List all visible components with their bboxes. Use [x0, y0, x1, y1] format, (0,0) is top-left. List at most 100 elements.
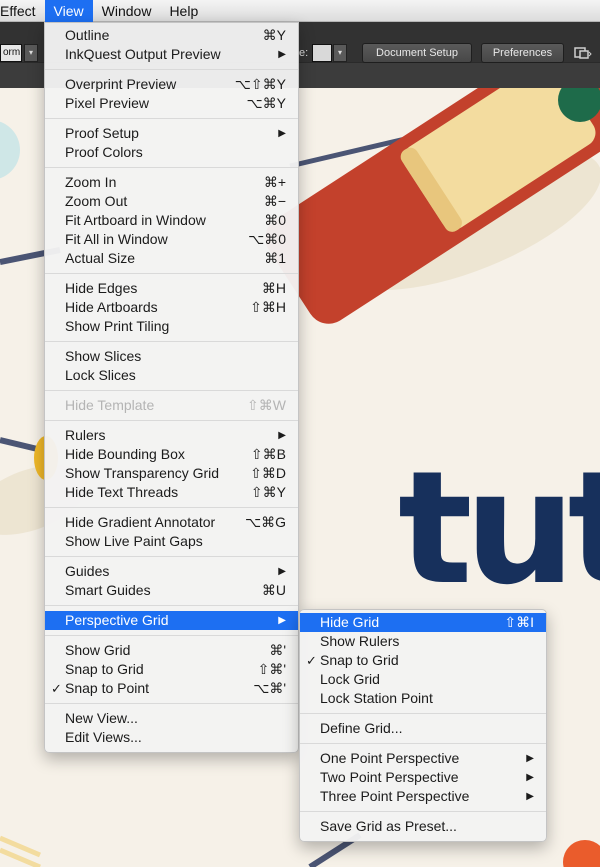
view-menu-item-guides[interactable]: Guides ▶ [45, 562, 298, 581]
menu-item-label: Actual Size [65, 250, 136, 266]
menu-item-label: Hide Edges [65, 280, 138, 296]
view-menu-item-new-view[interactable]: New View... [45, 709, 298, 728]
menu-item-shortcut: ⌘1 [264, 250, 286, 266]
menu-item-shortcut: ⇧⌘H [250, 299, 286, 315]
view-menu-item-inkquest-output-preview[interactable]: InkQuest Output Preview ▶ [45, 45, 298, 64]
perspective-submenu-item-lock-station-point[interactable]: Lock Station Point [300, 689, 546, 708]
view-menu-item-actual-size[interactable]: Actual Size ⌘1 [45, 249, 298, 268]
transform-field[interactable]: orm [0, 44, 22, 62]
menubar-item-window[interactable]: Window [93, 0, 161, 22]
menubar-item-help[interactable]: Help [160, 0, 207, 22]
view-menu-item-show-grid[interactable]: Show Grid ⌘' [45, 641, 298, 660]
view-menu-item-hide-gradient-annotator[interactable]: Hide Gradient Annotator ⌥⌘G [45, 513, 298, 532]
menu-item-label: One Point Perspective [320, 750, 460, 766]
swatch-dropdown-arrow[interactable]: ▾ [333, 44, 347, 62]
view-menu-item-show-print-tiling[interactable]: Show Print Tiling [45, 317, 298, 336]
view-menu-item-smart-guides[interactable]: Smart Guides ⌘U [45, 581, 298, 600]
view-menu-item-show-live-paint-gaps[interactable]: Show Live Paint Gaps [45, 532, 298, 551]
menu-item-label: Hide Grid [320, 614, 380, 630]
menu-item-label: Save Grid as Preset... [320, 818, 457, 834]
view-menu-item-hide-bounding-box[interactable]: Hide Bounding Box ⇧⌘B [45, 445, 298, 464]
menu-item-shortcut: ⌥⌘0 [248, 231, 286, 247]
transform-dropdown-arrow[interactable]: ▾ [24, 44, 38, 62]
view-menu-item-fit-artboard-in-window[interactable]: Fit Artboard in Window ⌘0 [45, 211, 298, 230]
menu-item-shortcut: ⌥⌘' [253, 680, 286, 696]
application-menubar: Effect View Window Help [0, 0, 600, 22]
perspective-submenu-item-show-rulers[interactable]: Show Rulers [300, 632, 546, 651]
menubar-item-view[interactable]: View [44, 0, 93, 22]
menu-separator [45, 698, 298, 709]
menu-item-label: Show Grid [65, 642, 131, 658]
menu-item-label: Lock Grid [320, 671, 380, 687]
menu-item-label: Lock Slices [65, 367, 136, 383]
menu-item-label: Show Rulers [320, 633, 400, 649]
menu-separator [45, 113, 298, 124]
menu-item-shortcut: ⇧⌘W [247, 397, 286, 413]
view-menu-item-zoom-out[interactable]: Zoom Out ⌘− [45, 192, 298, 211]
view-menu-item-snap-to-grid[interactable]: Snap to Grid ⇧⌘' [45, 660, 298, 679]
submenu-arrow-icon: ▶ [526, 753, 534, 764]
view-menu-item-snap-to-point[interactable]: ✓ Snap to Point ⌥⌘' [45, 679, 298, 698]
menu-separator [300, 806, 546, 817]
menu-separator [300, 708, 546, 719]
view-menu-item-hide-text-threads[interactable]: Hide Text Threads ⇧⌘Y [45, 483, 298, 502]
arrange-documents-icon[interactable] [574, 46, 592, 60]
perspective-submenu-item-three-point-perspective[interactable]: Three Point Perspective ▶ [300, 787, 546, 806]
perspective-submenu-item-one-point-perspective[interactable]: One Point Perspective ▶ [300, 749, 546, 768]
submenu-arrow-icon: ▶ [278, 128, 286, 139]
view-menu-item-rulers[interactable]: Rulers ▶ [45, 426, 298, 445]
menu-item-label: Fit All in Window [65, 231, 168, 247]
view-menu-item-zoom-in[interactable]: Zoom In ⌘+ [45, 173, 298, 192]
menu-item-label: Two Point Perspective [320, 769, 459, 785]
view-menu-item-proof-colors[interactable]: Proof Colors [45, 143, 298, 162]
menu-item-label: InkQuest Output Preview [65, 46, 221, 62]
menu-item-label: Show Print Tiling [65, 318, 170, 334]
submenu-arrow-icon: ▶ [278, 615, 286, 626]
view-menu-item-outline[interactable]: Outline ⌘Y [45, 26, 298, 45]
menu-item-shortcut: ⌘' [269, 642, 286, 658]
view-menu-item-hide-template: Hide Template ⇧⌘W [45, 396, 298, 415]
view-menu-item-hide-artboards[interactable]: Hide Artboards ⇧⌘H [45, 298, 298, 317]
menu-item-label: Zoom Out [65, 193, 128, 209]
view-menu: Outline ⌘Y InkQuest Output Preview ▶ Overpri… [44, 22, 299, 753]
view-menu-item-proof-setup[interactable]: Proof Setup ▶ [45, 124, 298, 143]
yellow-stripes-shape [0, 835, 41, 867]
perspective-submenu-item-lock-grid[interactable]: Lock Grid [300, 670, 546, 689]
view-menu-item-overprint-preview[interactable]: Overprint Preview ⌥⇧⌘Y [45, 75, 298, 94]
menu-item-label: Three Point Perspective [320, 788, 470, 804]
submenu-arrow-icon: ▶ [278, 566, 286, 577]
menu-separator [45, 385, 298, 396]
menu-item-label: Show Transparency Grid [65, 465, 220, 481]
menu-item-shortcut: ⌥⌘G [244, 514, 286, 530]
menu-item-label: Snap to Point [65, 680, 150, 696]
perspective-submenu-item-save-grid-as-preset[interactable]: Save Grid as Preset... [300, 817, 546, 836]
submenu-arrow-icon: ▶ [526, 791, 534, 802]
view-menu-item-pixel-preview[interactable]: Pixel Preview ⌥⌘Y [45, 94, 298, 113]
menu-item-label: Fit Artboard in Window [65, 212, 206, 228]
menu-item-shortcut: ⇧⌘Y [250, 484, 286, 500]
view-menu-item-edit-views[interactable]: Edit Views... [45, 728, 298, 747]
teal-circle-shape [0, 121, 20, 179]
view-menu-item-lock-slices[interactable]: Lock Slices [45, 366, 298, 385]
preferences-button[interactable]: Preferences [481, 43, 564, 63]
perspective-submenu-item-hide-grid[interactable]: Hide Grid ⇧⌘I [300, 613, 546, 632]
menu-item-label: Show Live Paint Gaps [65, 533, 203, 549]
view-menu-item-perspective-grid[interactable]: Perspective Grid ▶ [45, 611, 298, 630]
perspective-submenu-item-two-point-perspective[interactable]: Two Point Perspective ▶ [300, 768, 546, 787]
color-swatch[interactable] [312, 44, 332, 62]
view-menu-item-hide-edges[interactable]: Hide Edges ⌘H [45, 279, 298, 298]
submenu-arrow-icon: ▶ [278, 430, 286, 441]
menu-item-label: Guides [65, 563, 110, 579]
menu-item-shortcut: ⌥⇧⌘Y [234, 76, 286, 92]
swatch-label: e: [299, 47, 309, 59]
view-menu-item-fit-all-in-window[interactable]: Fit All in Window ⌥⌘0 [45, 230, 298, 249]
orange-disc-shape [563, 840, 600, 867]
menu-item-label: Hide Artboards [65, 299, 158, 315]
perspective-submenu-item-define-grid[interactable]: Define Grid... [300, 719, 546, 738]
view-menu-item-show-transparency-grid[interactable]: Show Transparency Grid ⇧⌘D [45, 464, 298, 483]
menu-item-shortcut: ⌘0 [264, 212, 286, 228]
view-menu-item-show-slices[interactable]: Show Slices [45, 347, 298, 366]
document-setup-button[interactable]: Document Setup [362, 43, 472, 63]
menubar-item-effect[interactable]: Effect [0, 0, 45, 22]
perspective-submenu-item-snap-to-grid[interactable]: ✓ Snap to Grid [300, 651, 546, 670]
